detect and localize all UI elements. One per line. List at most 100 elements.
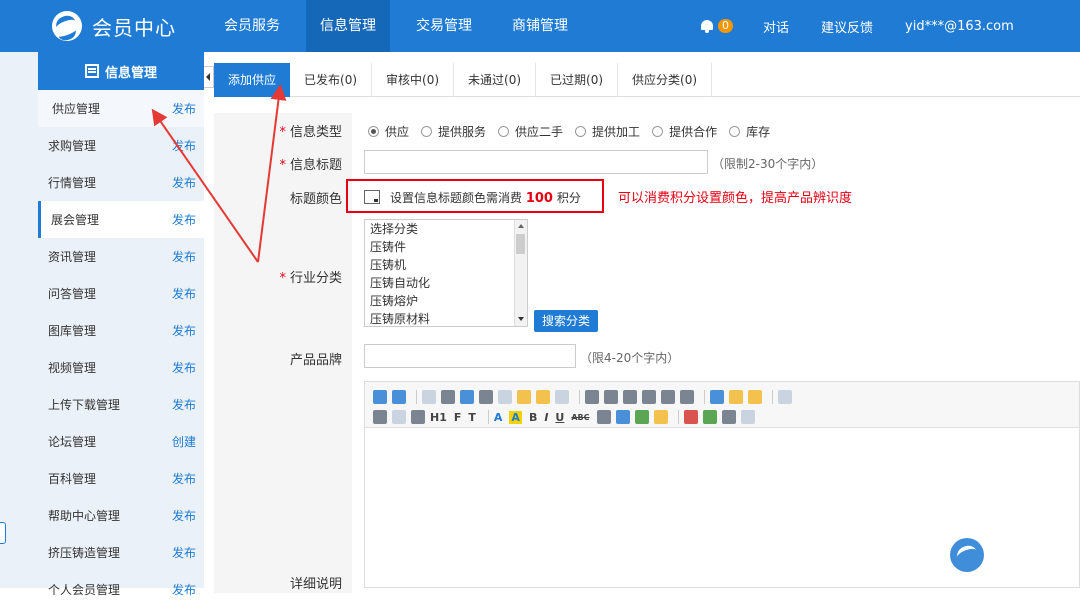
nav-shop-management[interactable]: 商铺管理 bbox=[498, 0, 582, 52]
anchor-icon[interactable] bbox=[411, 410, 425, 424]
sidebar-item-squeeze-casting[interactable]: 挤压铸造管理 发布 bbox=[38, 534, 204, 571]
radio-service[interactable]: 提供服务 bbox=[421, 123, 486, 140]
cut-icon[interactable] bbox=[479, 390, 493, 404]
redo-icon[interactable] bbox=[392, 390, 406, 404]
bold-button[interactable]: B bbox=[529, 411, 537, 424]
publish-link[interactable]: 发布 bbox=[172, 137, 196, 154]
category-option[interactable]: 压铸机 bbox=[365, 256, 527, 274]
undo-icon[interactable] bbox=[373, 390, 387, 404]
fullscreen-icon[interactable] bbox=[778, 390, 792, 404]
tab-pending[interactable]: 审核中(0) bbox=[372, 63, 455, 97]
underline-button[interactable]: U bbox=[555, 411, 564, 424]
paste-text-icon[interactable] bbox=[536, 390, 550, 404]
align-justify-icon[interactable] bbox=[642, 390, 656, 404]
highlight-color-button[interactable]: A bbox=[509, 410, 522, 424]
table-icon[interactable] bbox=[615, 410, 630, 424]
attachment-icon[interactable] bbox=[740, 410, 755, 424]
unlink-icon[interactable] bbox=[392, 410, 406, 424]
font-color-button[interactable]: A bbox=[494, 411, 503, 424]
paste-icon[interactable] bbox=[517, 390, 531, 404]
publish-link[interactable]: 发布 bbox=[172, 507, 196, 524]
publish-link[interactable]: 发布 bbox=[172, 396, 196, 413]
sidebar-item-download[interactable]: 上传下载管理 发布 bbox=[38, 386, 204, 423]
strikethrough-button[interactable]: ABC bbox=[571, 413, 589, 422]
category-scrollbar[interactable] bbox=[514, 220, 527, 326]
create-link[interactable]: 创建 bbox=[172, 433, 196, 450]
chat-link[interactable]: 对话 bbox=[763, 17, 789, 36]
radio-button[interactable] bbox=[652, 126, 664, 137]
tab-add-supply[interactable]: 添加供应 bbox=[214, 63, 291, 97]
category-option[interactable]: 压铸件 bbox=[365, 238, 527, 256]
info-title-input[interactable] bbox=[364, 150, 708, 174]
nav-trade-management[interactable]: 交易管理 bbox=[402, 0, 486, 52]
sidebar-collapse-button[interactable] bbox=[204, 66, 214, 88]
sidebar-item-supply[interactable]: 供应管理 发布 bbox=[38, 90, 204, 127]
nav-member-service[interactable]: 会员服务 bbox=[210, 0, 294, 52]
tab-rejected[interactable]: 未通过(0) bbox=[454, 63, 537, 97]
publish-link[interactable]: 发布 bbox=[172, 581, 196, 598]
media-icon[interactable] bbox=[702, 410, 717, 424]
publish-link[interactable]: 发布 bbox=[172, 470, 196, 487]
category-option[interactable]: 压铸熔炉 bbox=[365, 292, 527, 310]
sidebar-item-help[interactable]: 帮助中心管理 发布 bbox=[38, 497, 204, 534]
publish-link[interactable]: 发布 bbox=[172, 100, 196, 117]
publish-link[interactable]: 发布 bbox=[172, 285, 196, 302]
radio-inventory[interactable]: 库存 bbox=[729, 123, 770, 140]
template-icon[interactable] bbox=[460, 390, 474, 404]
search-category-button[interactable]: 搜索分类 bbox=[534, 310, 598, 332]
font-family-dropdown[interactable]: F bbox=[454, 411, 462, 424]
heading-dropdown[interactable]: H1 bbox=[430, 411, 447, 424]
scrollbar-thumb[interactable] bbox=[516, 234, 525, 254]
radio-button[interactable] bbox=[498, 126, 510, 137]
publish-link[interactable]: 发布 bbox=[172, 359, 196, 376]
sidebar-item-exhibition[interactable]: 展会管理 发布 bbox=[38, 201, 204, 238]
link-icon[interactable] bbox=[373, 410, 387, 424]
preview-icon[interactable] bbox=[422, 390, 436, 404]
align-right-icon[interactable] bbox=[623, 390, 637, 404]
font-size-dropdown[interactable]: T bbox=[468, 411, 476, 424]
category-option[interactable]: 选择分类 bbox=[365, 220, 527, 238]
tab-expired[interactable]: 已过期(0) bbox=[536, 63, 619, 97]
category-listbox[interactable]: 选择分类 压铸件 压铸机 压铸自动化 压铸熔炉 压铸原材料 bbox=[364, 219, 528, 327]
clear-format-icon[interactable] bbox=[710, 390, 724, 404]
radio-button[interactable] bbox=[421, 126, 433, 137]
image-icon[interactable] bbox=[683, 410, 698, 424]
ordered-list-icon[interactable] bbox=[661, 390, 675, 404]
emoticon-icon[interactable] bbox=[653, 410, 668, 424]
italic-button[interactable]: I bbox=[544, 411, 548, 424]
line-icon[interactable] bbox=[634, 410, 649, 424]
sidebar-item-news[interactable]: 资讯管理 发布 bbox=[38, 238, 204, 275]
brush-icon[interactable] bbox=[729, 390, 743, 404]
sidebar-item-video[interactable]: 视频管理 发布 bbox=[38, 349, 204, 386]
hr-icon[interactable] bbox=[596, 410, 611, 424]
nav-info-management[interactable]: 信息管理 bbox=[306, 0, 390, 52]
publish-link[interactable]: 发布 bbox=[172, 211, 196, 228]
copy-icon[interactable] bbox=[498, 390, 512, 404]
category-option[interactable]: 压铸原材料 bbox=[365, 310, 527, 326]
category-option[interactable]: 压铸自动化 bbox=[365, 274, 527, 292]
color-picker-checkbox[interactable] bbox=[364, 190, 380, 204]
brand-input[interactable] bbox=[364, 344, 576, 368]
sidebar-item-personal[interactable]: 个人会员管理 发布 bbox=[38, 571, 204, 608]
radio-processing[interactable]: 提供加工 bbox=[575, 123, 640, 140]
logo[interactable]: 会员中心 bbox=[52, 10, 176, 42]
feedback-link[interactable]: 建议反馈 bbox=[821, 17, 873, 36]
flash-icon[interactable] bbox=[721, 410, 736, 424]
tab-published[interactable]: 已发布(0) bbox=[290, 63, 373, 97]
radio-button[interactable] bbox=[575, 126, 587, 137]
print-icon[interactable] bbox=[441, 390, 455, 404]
radio-cooperation[interactable]: 提供合作 bbox=[652, 123, 717, 140]
radio-button[interactable] bbox=[729, 126, 741, 137]
user-account[interactable]: yid***@163.com bbox=[905, 19, 1014, 34]
sidebar-item-purchase[interactable]: 求购管理 发布 bbox=[38, 127, 204, 164]
align-center-icon[interactable] bbox=[604, 390, 618, 404]
radio-supply[interactable]: 供应 bbox=[368, 123, 409, 140]
radio-second-hand[interactable]: 供应二手 bbox=[498, 123, 563, 140]
publish-link[interactable]: 发布 bbox=[172, 174, 196, 191]
publish-link[interactable]: 发布 bbox=[172, 544, 196, 561]
spellcheck-icon[interactable] bbox=[748, 390, 762, 404]
sidebar-item-gallery[interactable]: 图库管理 发布 bbox=[38, 312, 204, 349]
sidebar-item-wiki[interactable]: 百科管理 发布 bbox=[38, 460, 204, 497]
publish-link[interactable]: 发布 bbox=[172, 248, 196, 265]
sidebar-item-market[interactable]: 行情管理 发布 bbox=[38, 164, 204, 201]
